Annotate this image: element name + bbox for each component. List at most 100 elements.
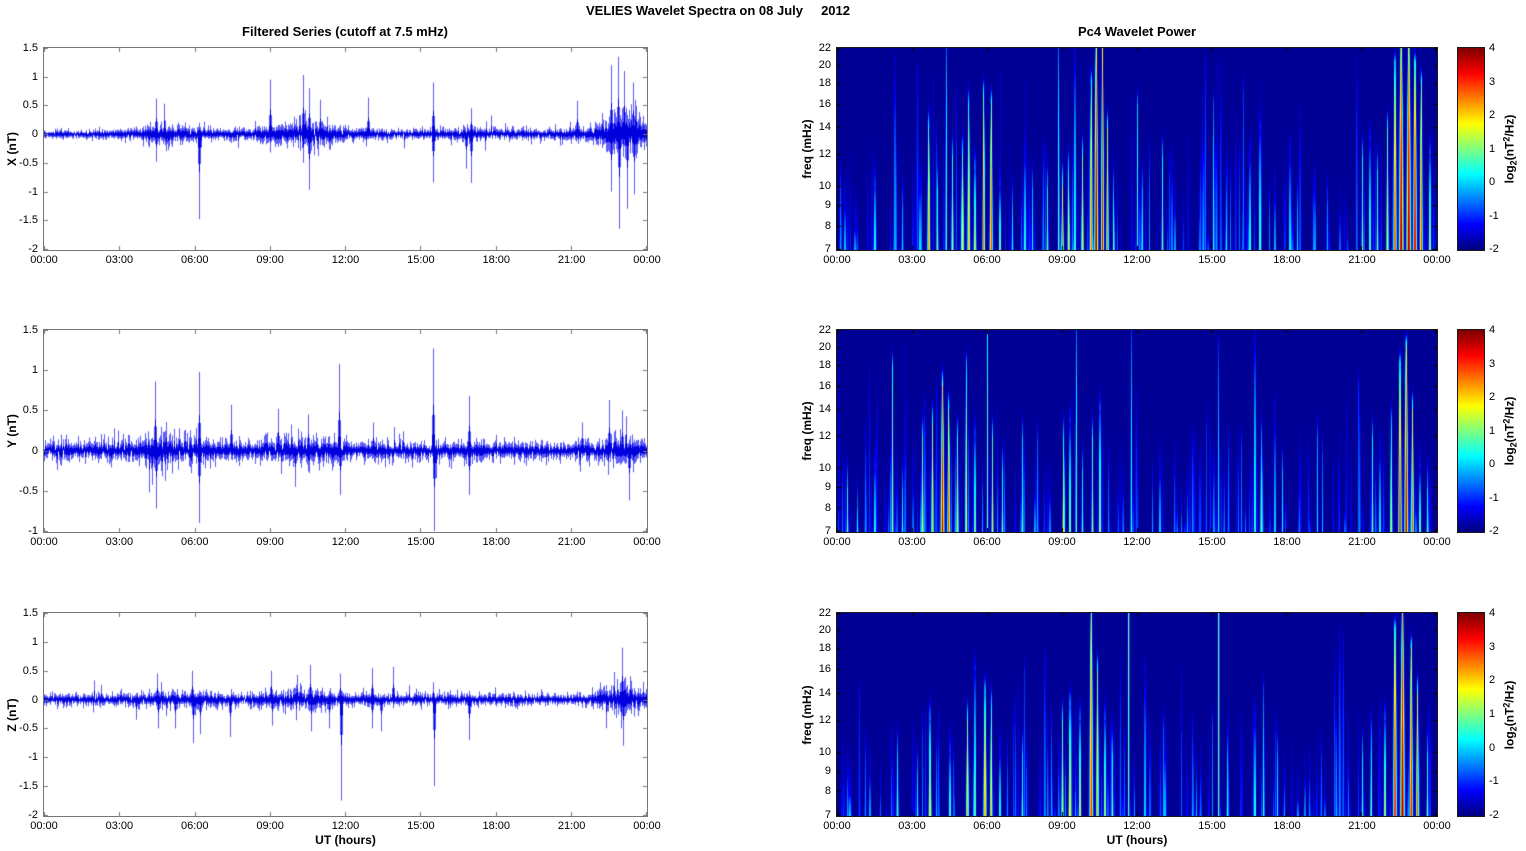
colorbar-tick-label: 3: [1489, 75, 1496, 88]
freq-axis-label: freq (mHz): [800, 119, 814, 179]
x-tick-label: 00:00: [633, 820, 661, 832]
x-tick-label: 18:00: [1273, 820, 1301, 832]
colorbar-tick-label: 1: [1489, 708, 1496, 720]
x-tick-label: 12:00: [1123, 820, 1151, 832]
x-tick-label: 09:00: [256, 536, 284, 548]
y-tick-label: 1: [31, 635, 38, 648]
x-tick-label: 15:00: [407, 536, 435, 548]
x-tick-label: 15:00: [1198, 820, 1226, 832]
y-axis-label: Y (nT): [5, 414, 19, 448]
freq-tick-label: 8: [824, 501, 831, 514]
x-tick-label: 00:00: [823, 820, 851, 832]
colorbar-tick-label: 3: [1489, 357, 1496, 370]
freq-tick-label: 16: [818, 379, 831, 392]
x-tick-label: 03:00: [898, 536, 926, 548]
x-tick-label: 09:00: [1048, 536, 1076, 548]
colorbar-tick-label: 1: [1489, 424, 1496, 437]
x-tick-label: 21:00: [1348, 254, 1376, 266]
freq-tick-label: 10: [818, 746, 831, 759]
freq-tick-label: 10: [818, 180, 831, 193]
x-tick-label: 00:00: [633, 536, 661, 548]
colorbar-tick-label: 3: [1489, 640, 1496, 653]
x-tick-label: 09:00: [256, 254, 284, 266]
x-wavelet-spectrogram: [836, 47, 1438, 251]
x-axis-label: UT (hours): [1106, 833, 1168, 847]
freq-tick-label: 10: [818, 462, 831, 475]
freq-tick-label: 22: [818, 42, 831, 54]
colorbar-axis-label: log2(nT2/Hz): [1501, 114, 1519, 184]
x-tick-label: 00:00: [633, 254, 661, 266]
figure-title: VELIES Wavelet Spectra on 08 July 2012: [586, 3, 850, 18]
colorbar-tick-label: 4: [1489, 607, 1496, 619]
x-tick-label: 09:00: [1048, 254, 1076, 266]
x-tick-label: 21:00: [557, 254, 586, 266]
x-tick-label: 18:00: [1273, 536, 1301, 548]
x-tick-label: 15:00: [1198, 536, 1226, 548]
y-tick-label: 1.5: [22, 607, 38, 619]
x-tick-label: 21:00: [1348, 820, 1376, 832]
freq-tick-label: 20: [818, 623, 831, 636]
freq-tick-label: 18: [818, 642, 831, 655]
x-tick-label: 06:00: [973, 536, 1001, 548]
freq-tick-label: 16: [818, 663, 831, 676]
y-tick-label: -1: [28, 185, 38, 198]
x-tick-label: 09:00: [256, 820, 284, 832]
x-tick-label: 06:00: [180, 254, 209, 266]
freq-tick-label: 16: [818, 97, 831, 110]
y-tick-label: -1: [28, 525, 38, 537]
colorbar-axis-label: log2(nT2/Hz): [1501, 680, 1519, 749]
colorbar-tick-label: 2: [1489, 109, 1496, 121]
x-tick-label: 12:00: [1123, 254, 1151, 266]
x-tick-label: 21:00: [557, 536, 586, 548]
colorbar-tick-label: 4: [1489, 42, 1496, 54]
x-tick-label: 12:00: [1123, 536, 1151, 548]
y-tick-label: 0.5: [22, 99, 38, 112]
x-tick-label: 00:00: [30, 254, 58, 266]
x-tick-label: 21:00: [557, 820, 586, 832]
y-wavelet-spectrogram: [836, 329, 1438, 533]
freq-tick-label: 8: [824, 219, 831, 232]
x-tick-label: 00:00: [30, 536, 58, 548]
y-tick-label: -2: [28, 243, 38, 255]
freq-tick-label: 22: [818, 324, 831, 336]
y-tick-label: 1.5: [22, 42, 38, 54]
x-tick-label: 12:00: [331, 536, 360, 548]
freq-axis-label: freq (mHz): [800, 401, 814, 461]
colorbar-axis-label: log2(nT2/Hz): [1501, 396, 1519, 466]
x-tick-label: 03:00: [898, 820, 926, 832]
x-tick-label: 21:00: [1348, 536, 1376, 548]
x-tick-label: 03:00: [105, 536, 134, 548]
x-tick-label: 15:00: [1198, 254, 1226, 266]
colorbar-tick-label: 0: [1489, 741, 1496, 754]
y-tick-label: 0.5: [22, 664, 38, 677]
y-filtered-series-plot: [43, 329, 648, 533]
freq-tick-label: 9: [824, 198, 831, 211]
y-tick-label: -1: [28, 751, 38, 764]
x-tick-label: 18:00: [482, 254, 511, 266]
x-tick-label: 00:00: [823, 254, 851, 266]
freq-axis-label: freq (mHz): [800, 684, 814, 745]
y-tick-label: 1: [31, 364, 38, 377]
x-tick-label: 06:00: [973, 254, 1001, 266]
x-tick-label: 12:00: [331, 820, 360, 832]
colorbar-tick-label: 0: [1489, 458, 1496, 470]
y-tick-label: -1.5: [19, 780, 38, 793]
colorbar-tick-label: 0: [1489, 176, 1496, 188]
x-tick-label: 18:00: [1273, 254, 1301, 266]
colorbar-tick-label: -2: [1489, 243, 1499, 255]
colorbar-x: [1457, 47, 1485, 251]
z-filtered-series-plot: [43, 612, 648, 817]
x-tick-label: 15:00: [407, 254, 435, 266]
colorbar-tick-label: 4: [1489, 324, 1496, 336]
freq-tick-label: 7: [824, 525, 831, 537]
y-tick-label: 1: [31, 70, 38, 83]
colorbar-tick-label: 2: [1489, 674, 1496, 687]
x-tick-label: 06:00: [973, 820, 1001, 832]
y-axis-label: Z (nT): [5, 697, 19, 732]
x-tick-label: 03:00: [105, 820, 134, 832]
freq-tick-label: 9: [824, 764, 831, 777]
left-column-title: Filtered Series (cutoff at 7.5 mHz): [242, 24, 448, 39]
x-tick-label: 00:00: [30, 820, 58, 832]
x-tick-label: 06:00: [180, 536, 209, 548]
x-tick-label: 15:00: [407, 820, 435, 832]
